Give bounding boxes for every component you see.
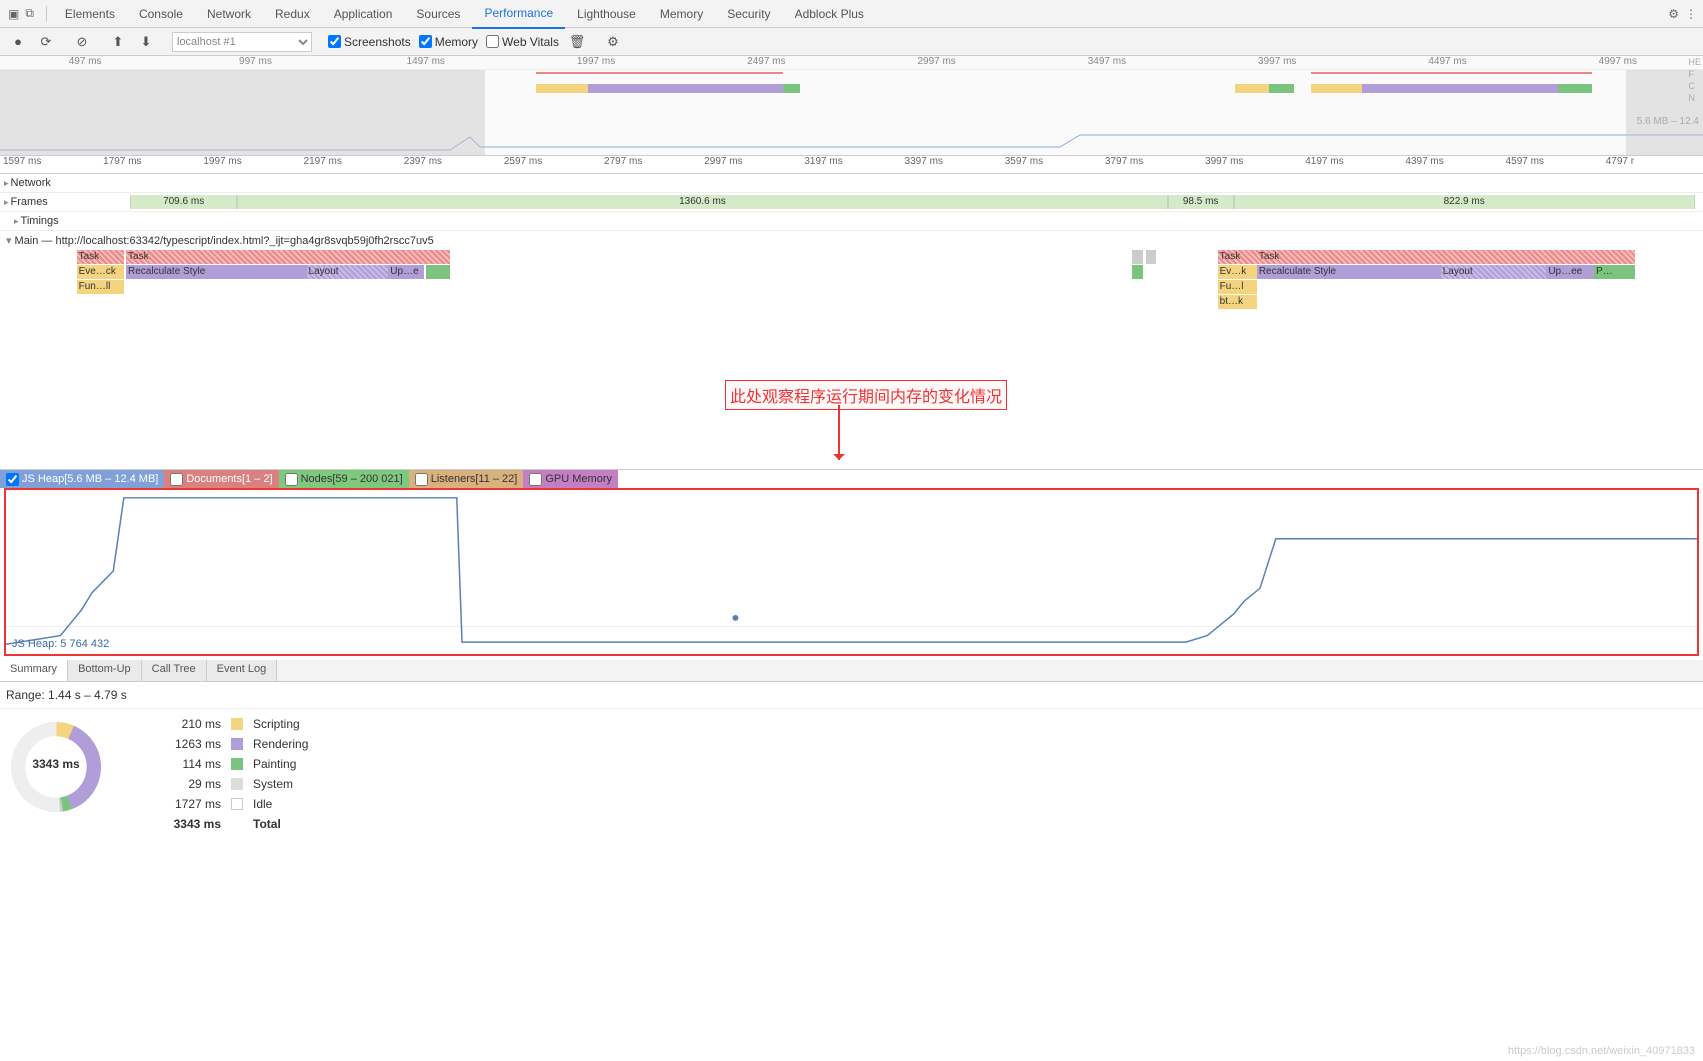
memory-chart[interactable]: JS Heap: 5 764 432: [4, 488, 1699, 656]
paint-block[interactable]: [1132, 265, 1142, 279]
paint-block[interactable]: P…: [1594, 265, 1635, 279]
callback-block[interactable]: bt…k: [1218, 295, 1257, 309]
tab-console[interactable]: Console: [127, 0, 195, 28]
main-flame-chart[interactable]: 此处观察程序运行期间内存的变化情况 TaskTaskEve…ckRecalcul…: [0, 250, 1703, 470]
update-block[interactable]: Up…ee: [1546, 265, 1594, 279]
legend-value: 1727 ms: [166, 797, 221, 811]
overview-ticks: 497 ms997 ms1497 ms1997 ms2497 ms2997 ms…: [0, 56, 1703, 70]
web-vitals-checkbox[interactable]: Web Vitals: [486, 35, 559, 49]
event-block[interactable]: Ev…k: [1218, 265, 1257, 279]
task-block[interactable]: Task: [1218, 250, 1257, 264]
legend-total-name: Total: [253, 817, 333, 831]
legend-swatch: [231, 738, 243, 750]
upload-button[interactable]: ⬆: [108, 32, 128, 52]
memory-caption: JS Heap: 5 764 432: [12, 638, 109, 650]
tab-summary[interactable]: Summary: [0, 660, 68, 681]
network-track[interactable]: Network: [0, 174, 1703, 193]
documents-checkbox[interactable]: Documents[1 – 2]: [164, 470, 278, 488]
summary-panel: 3343 ms 210 ms Scripting 1263 ms Rendering 1…: [0, 709, 1703, 839]
tab-adblock[interactable]: Adblock Plus: [783, 0, 876, 28]
event-block[interactable]: Eve…ck: [77, 265, 125, 279]
summary-legend: 210 ms Scripting 1263 ms Rendering 114 ms Pai…: [166, 717, 333, 831]
legend-name: Painting: [253, 757, 333, 771]
gear-icon[interactable]: ⚙: [1668, 7, 1679, 21]
tab-elements[interactable]: Elements: [53, 0, 127, 28]
overview-mem-label: 5.6 MB – 12.4: [1637, 116, 1699, 127]
settings-icon[interactable]: ⚙: [603, 32, 623, 52]
inspect-icon[interactable]: ▣: [8, 7, 19, 21]
tab-bottom-up[interactable]: Bottom-Up: [68, 660, 142, 681]
annotation-text: 此处观察程序运行期间内存的变化情况: [725, 380, 1007, 410]
tab-security[interactable]: Security: [715, 0, 782, 28]
recalc-style-block[interactable]: Recalculate Style: [126, 265, 307, 279]
jsheap-checkbox[interactable]: JS Heap[5.6 MB – 12.4 MB]: [0, 470, 164, 488]
task-block[interactable]: [1146, 250, 1156, 264]
device-icon[interactable]: ⧉: [25, 6, 34, 21]
memory-checkbox[interactable]: Memory: [419, 35, 478, 49]
legend-swatch: [231, 778, 243, 790]
task-block[interactable]: Task: [77, 250, 125, 264]
frames-track[interactable]: Frames 709.6 ms1360.6 ms98.5 ms822.9 ms: [0, 193, 1703, 212]
details-tab-bar: Summary Bottom-Up Call Tree Event Log: [0, 660, 1703, 682]
task-block[interactable]: Task: [1257, 250, 1635, 264]
gc-button[interactable]: 🗑: [567, 32, 587, 52]
tab-call-tree[interactable]: Call Tree: [142, 660, 207, 681]
gpu-checkbox[interactable]: GPU Memory: [523, 470, 618, 488]
recalc-style-block[interactable]: Recalculate Style: [1257, 265, 1441, 279]
legend-swatch: [231, 758, 243, 770]
recording-select[interactable]: localhost #1: [172, 32, 312, 52]
legend-name: Scripting: [253, 717, 333, 731]
function-block[interactable]: Fun…ll: [77, 280, 125, 294]
tab-redux[interactable]: Redux: [263, 0, 322, 28]
legend-swatch: [231, 798, 243, 810]
nodes-checkbox[interactable]: Nodes[59 – 200 021]: [279, 470, 409, 488]
detail-ruler: 1597 ms1797 ms1997 ms2197 ms2397 ms2597 …: [0, 156, 1703, 174]
tab-lighthouse[interactable]: Lighthouse: [565, 0, 648, 28]
summary-total-center: 3343 ms: [6, 757, 106, 771]
reload-button[interactable]: ⟳: [36, 32, 56, 52]
tab-event-log[interactable]: Event Log: [207, 660, 278, 681]
paint-block[interactable]: [426, 265, 450, 279]
legend-value: 210 ms: [166, 717, 221, 731]
legend-value: 1263 ms: [166, 737, 221, 751]
task-block[interactable]: Task: [126, 250, 450, 264]
annotation-arrow-icon: [838, 405, 840, 460]
legend-total-value: 3343 ms: [166, 817, 221, 831]
frame-block[interactable]: 1360.6 ms: [237, 195, 1168, 209]
legend-swatch: [231, 718, 243, 730]
overview-strip[interactable]: 497 ms997 ms1497 ms1997 ms2497 ms2997 ms…: [0, 56, 1703, 156]
legend-value: 114 ms: [166, 757, 221, 771]
frame-block[interactable]: 98.5 ms: [1168, 195, 1234, 209]
watermark-text: https://blog.csdn.net/weixin_40971833: [1508, 1045, 1695, 1057]
devtools-tab-bar: ▣ ⧉ Elements Console Network Redux Appli…: [0, 0, 1703, 28]
performance-toolbar: ● ⟳ ⊘ ⬆ ⬇ localhost #1 Screenshots Memor…: [0, 28, 1703, 56]
overview-mask-left[interactable]: [0, 70, 485, 155]
more-icon[interactable]: ⋮: [1685, 7, 1697, 21]
legend-name: Idle: [253, 797, 333, 811]
tab-memory[interactable]: Memory: [648, 0, 715, 28]
screenshots-checkbox[interactable]: Screenshots: [328, 35, 411, 49]
legend-name: System: [253, 777, 333, 791]
tab-network[interactable]: Network: [195, 0, 263, 28]
range-label: Range: 1.44 s – 4.79 s: [0, 682, 1703, 709]
memory-legend: JS Heap[5.6 MB – 12.4 MB] Documents[1 – …: [0, 470, 1703, 488]
legend-name: Rendering: [253, 737, 333, 751]
main-thread-header[interactable]: ▾Main — http://localhost:63342/typescrip…: [0, 231, 1703, 250]
timings-track[interactable]: Timings: [0, 212, 1703, 231]
task-block[interactable]: [1132, 250, 1142, 264]
frame-block[interactable]: 822.9 ms: [1234, 195, 1695, 209]
listeners-checkbox[interactable]: Listeners[11 – 22]: [409, 470, 524, 488]
update-block[interactable]: Up…e: [388, 265, 424, 279]
function-block[interactable]: Fu…l: [1218, 280, 1257, 294]
download-button[interactable]: ⬇: [136, 32, 156, 52]
frame-block[interactable]: 709.6 ms: [130, 195, 237, 209]
clear-button[interactable]: ⊘: [72, 32, 92, 52]
legend-value: 29 ms: [166, 777, 221, 791]
tab-performance[interactable]: Performance: [472, 0, 565, 29]
layout-block[interactable]: Layout: [1441, 265, 1547, 279]
record-button[interactable]: ●: [8, 32, 28, 52]
layout-block[interactable]: Layout: [307, 265, 389, 279]
tab-sources[interactable]: Sources: [404, 0, 472, 28]
tab-application[interactable]: Application: [322, 0, 405, 28]
